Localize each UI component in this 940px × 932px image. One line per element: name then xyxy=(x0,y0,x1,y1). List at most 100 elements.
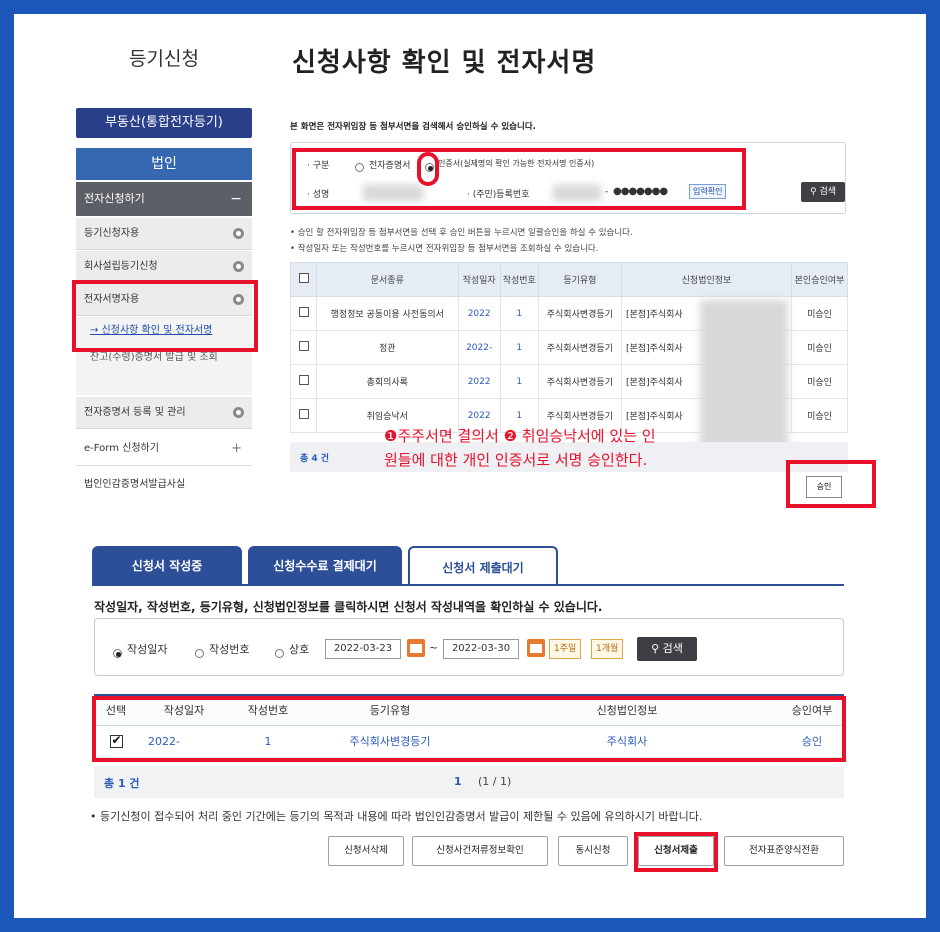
radio-company[interactable] xyxy=(275,643,284,662)
column-header: 작성번호 xyxy=(230,694,306,726)
table1-total: 총 4 건 xyxy=(300,454,330,464)
table2-footer: 총 1 건 1 (1 / 1) xyxy=(94,766,844,798)
date-link[interactable]: 2022 xyxy=(457,296,501,331)
annotation-text: ❶주주서면 결의서 ❷ 취임승낙서에 있는 인 원들에 대한 개인 인증서로 서… xyxy=(384,427,656,469)
column-header: 작성번호 xyxy=(499,262,539,297)
date-link[interactable]: 2022- xyxy=(457,330,501,365)
calendar-icon[interactable] xyxy=(407,639,425,657)
column-header: 선택 xyxy=(94,694,138,726)
collapse-icon: − xyxy=(230,191,242,207)
simultaneous-apply-button[interactable]: 동시신청 xyxy=(558,836,628,866)
id-number-front-input[interactable] xyxy=(553,185,601,201)
sidebar-item-eform[interactable]: e-Form 신청하기 + xyxy=(76,432,252,466)
expand-icon: + xyxy=(231,441,242,456)
column-header: 작성일자 xyxy=(457,262,501,297)
doc-type: 정관 xyxy=(316,330,459,365)
name-input[interactable] xyxy=(363,185,423,201)
number-link[interactable]: 1 xyxy=(499,296,539,331)
page-title: 신청사항 확인 및 전자서명 xyxy=(292,48,597,78)
sidebar-item-incorporation[interactable]: 회사설립등기신청 xyxy=(76,251,252,283)
id-number-back-masked[interactable]: ●●●●●●● xyxy=(613,186,668,197)
circle-arrow-icon xyxy=(233,228,244,239)
date-to-input[interactable]: 2022-03-30 xyxy=(443,639,519,659)
registration-type: 주식회사변경등기 xyxy=(537,364,623,399)
doc-type: 총회의사록 xyxy=(316,364,459,399)
sidebar-item-signer[interactable]: 전자서명자용 xyxy=(76,284,252,316)
search-icon: ⚲ xyxy=(809,187,817,197)
delete-application-button[interactable]: 신청서삭제 xyxy=(328,836,404,866)
current-page[interactable]: 1 xyxy=(454,775,462,788)
select-all-checkbox[interactable] xyxy=(290,262,317,297)
sidebar-section-e-apply[interactable]: 전자신청하기 − xyxy=(76,182,252,216)
tab-submit-pending[interactable]: 신청서 제출대기 xyxy=(408,546,558,586)
tab-fee-payment[interactable]: 신청수수료 결제대기 xyxy=(248,546,402,586)
input-confirm-button[interactable]: 입력확인 xyxy=(689,184,727,199)
type-label: · 구분 xyxy=(307,161,330,171)
calendar-icon[interactable] xyxy=(527,639,545,657)
column-header: 등기유형 xyxy=(537,262,623,297)
radio-number-label: 작성번호 xyxy=(209,643,250,656)
column-header: 문서종류 xyxy=(316,262,459,297)
sidebar-sub-label: 잔고(수령)증명서 발급 및 조회 xyxy=(90,352,218,363)
submit-application-button[interactable]: 신청서제출 xyxy=(638,836,714,866)
sidebar-section-label: 전자신청하기 xyxy=(84,192,145,205)
sidebar-sub-link[interactable]: → 신청사항 확인 및 전자서명 xyxy=(90,325,212,336)
hint-text: 작성일자, 작성번호, 등기유형, 신청법인정보를 클릭하시면 신청서 작성내역… xyxy=(94,600,603,614)
column-header: 본인승인여부 xyxy=(791,262,848,297)
sidebar-item-label: 전자서명자용 xyxy=(84,294,140,305)
corporation-button[interactable]: 법인 xyxy=(76,148,252,180)
row-checkbox[interactable] xyxy=(290,398,317,433)
date-link[interactable]: 2022 xyxy=(457,364,501,399)
date-from-input[interactable]: 2022-03-23 xyxy=(325,639,401,659)
note-1: • 승인 할 전자위임장 등 첨부서면을 선택 후 승인 버튼을 누르시면 일괄… xyxy=(290,228,633,238)
sidebar-item-applicant[interactable]: 등기신청자용 xyxy=(76,218,252,250)
row-checkbox[interactable] xyxy=(290,296,317,331)
intro-text: 본 화면은 전자위임장 등 첨부서면을 검색해서 승인하실 수 있습니다. xyxy=(290,122,536,132)
search-button[interactable]: ⚲ 검색 xyxy=(801,182,845,202)
sidebar-item-label: 전자증명서 등록 및 관리 xyxy=(84,407,186,418)
search-button-2[interactable]: ⚲ 검색 xyxy=(637,637,697,661)
radio-e-cert-label: 전자증명서 xyxy=(369,161,411,171)
approval-status: 미승인 xyxy=(791,398,848,433)
sidebar-item-certificate[interactable]: 전자증명서 등록 및 관리 xyxy=(76,397,252,429)
radio-date-label: 작성일자 xyxy=(127,643,168,656)
sidebar-sub-balance[interactable]: 잔고(수령)증명서 발급 및 조회 xyxy=(76,345,252,395)
sidebar-item-seal-cert[interactable]: 법인인감증명서발급사실 xyxy=(76,468,252,502)
number-link[interactable]: 1 xyxy=(230,725,306,758)
column-header: 승인여부 xyxy=(780,694,844,726)
approval-status: 미승인 xyxy=(791,330,848,365)
sidebar-item-label: 회사설립등기신청 xyxy=(84,261,158,272)
one-week-button[interactable]: 1주일 xyxy=(549,639,582,659)
number-link[interactable]: 1 xyxy=(499,330,539,365)
radio-number[interactable] xyxy=(195,643,204,662)
real-estate-button[interactable]: 부동산(통합전자등기) xyxy=(76,108,252,138)
row-checkbox[interactable] xyxy=(290,364,317,399)
number-link[interactable]: 1 xyxy=(499,364,539,399)
registration-type: 주식회사변경등기 xyxy=(537,296,623,331)
registration-type: 주식회사변경등기 xyxy=(537,330,623,365)
approve-button[interactable]: 승인 xyxy=(806,476,842,498)
row-checkbox[interactable] xyxy=(290,330,317,365)
radio-personal-cert[interactable] xyxy=(425,157,434,176)
date-link[interactable]: 2022- xyxy=(138,725,230,758)
row-checkbox[interactable] xyxy=(94,725,138,758)
column-header: 등기유형 xyxy=(306,694,474,726)
case-document-info-button[interactable]: 신청사건처류정보확인 xyxy=(412,836,548,866)
signer-search-form: · 구분 전자증명서 인증서(실제명의 확인 가능한 전자서명 인증서) · 성… xyxy=(290,142,846,214)
table2-total: 총 1 건 xyxy=(104,777,140,790)
radio-company-label: 상호 xyxy=(289,643,310,656)
one-month-button[interactable]: 1개월 xyxy=(591,639,624,659)
column-header: 신청법인정보 xyxy=(474,694,780,726)
corp-info-link[interactable]: 주식회사 xyxy=(474,725,780,758)
name-label: · 성명 xyxy=(307,190,330,200)
sidebar-sub-confirm[interactable]: → 신청사항 확인 및 전자서명 xyxy=(76,317,252,345)
radio-personal-cert-label: 인증서(실제명의 확인 가능한 전자서명 인증서) xyxy=(438,159,595,168)
tab-drafting[interactable]: 신청서 작성중 xyxy=(92,546,242,586)
sidebar-title: 등기신청 xyxy=(129,48,199,70)
sidebar-item-label: e-Form 신청하기 xyxy=(84,443,159,454)
application-table: 선택 작성일자 작성번호 등기유형 신청법인정보 승인여부 2022- 1 주식… xyxy=(94,694,844,758)
radio-e-cert[interactable] xyxy=(355,157,364,176)
radio-date[interactable] xyxy=(113,643,122,662)
standard-form-convert-button[interactable]: 전자표준양식전환 xyxy=(724,836,844,866)
registration-type-link[interactable]: 주식회사변경등기 xyxy=(306,725,474,758)
